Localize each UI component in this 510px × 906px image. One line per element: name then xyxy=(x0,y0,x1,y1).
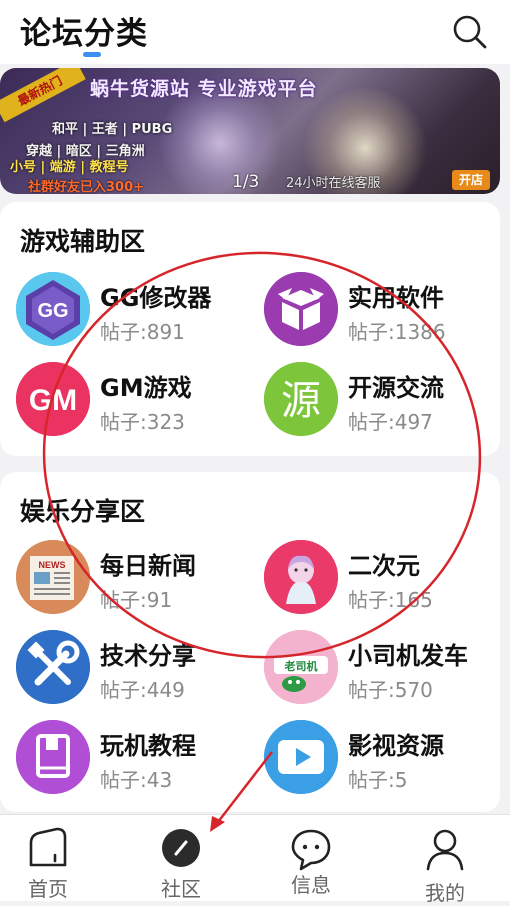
banner-online-text: 24小时在线客服 xyxy=(286,176,381,191)
home-icon xyxy=(29,827,67,867)
play-icon xyxy=(264,720,338,794)
category-name: 二次元 xyxy=(348,552,420,580)
page-title: 论坛分类 xyxy=(20,16,148,52)
driver-icon-text: 老司机 xyxy=(284,659,318,673)
category-video-resources[interactable]: 影视资源 帖子:5 xyxy=(264,720,504,800)
category-name: GG修改器 xyxy=(100,284,212,312)
category-name: 技术分享 xyxy=(100,642,196,670)
category-gm-games[interactable]: GM GM游戏 帖子:323 xyxy=(16,362,256,442)
book-icon xyxy=(16,720,90,794)
anime-icon xyxy=(264,540,338,614)
post-count: 帖子:323 xyxy=(100,410,185,434)
category-little-driver[interactable]: 老司机 小司机发车 帖子:570 xyxy=(264,630,504,710)
category-open-source[interactable]: 源 开源交流 帖子:497 xyxy=(264,362,504,442)
box-icon xyxy=(264,272,338,346)
post-count: 帖子:1386 xyxy=(348,320,446,344)
newspaper-icon: NEWS xyxy=(16,540,90,614)
section-title: 娱乐分享区 xyxy=(20,497,146,526)
banner-line-1: 和平 | 王者 | PUBG xyxy=(52,122,173,137)
tab-label: 社区 xyxy=(161,877,201,901)
gm-icon: GM xyxy=(16,362,90,436)
title-underline xyxy=(83,52,101,57)
section-game-assist: 游戏辅助区 GG GG修改器 帖子:891 实用软件 帖子:1386 GM GM… xyxy=(0,202,500,456)
profile-icon xyxy=(426,829,464,871)
category-tech-share[interactable]: 技术分享 帖子:449 xyxy=(16,630,256,710)
post-count: 帖子:891 xyxy=(100,320,185,344)
post-count: 帖子:43 xyxy=(100,768,173,792)
promo-banner[interactable]: 最新热门 蜗牛货源站 专业游戏平台 和平 | 王者 | PUBG 穿越 | 暗区… xyxy=(0,68,500,194)
category-anime[interactable]: 二次元 帖子:165 xyxy=(264,540,504,620)
section-entertainment: 娱乐分享区 NEWS 每日新闻 帖子:91 二次元 帖子:165 技术分享 帖子… xyxy=(0,472,500,812)
header: 论坛分类 xyxy=(0,0,510,64)
driver-icon: 老司机 xyxy=(264,630,338,704)
tools-icon xyxy=(16,630,90,704)
post-count: 帖子:5 xyxy=(348,768,408,792)
category-name: 影视资源 xyxy=(348,732,444,760)
post-count: 帖子:165 xyxy=(348,588,433,612)
post-count: 帖子:449 xyxy=(100,678,185,702)
banner-line-3: 小号 | 端游 | 教程号 xyxy=(10,160,129,175)
tab-messages[interactable]: 信息 xyxy=(266,815,356,901)
category-name: GM游戏 xyxy=(100,374,192,402)
source-icon-text: 源 xyxy=(281,378,321,424)
banner-ribbon: 最新热门 xyxy=(0,68,86,123)
banner-badge: 开店 xyxy=(452,170,490,190)
message-icon xyxy=(291,829,331,871)
category-name: 开源交流 xyxy=(348,374,444,402)
svg-text:GG: GG xyxy=(37,300,68,322)
post-count: 帖子:91 xyxy=(100,588,173,612)
category-name: 实用软件 xyxy=(348,284,444,312)
tab-profile[interactable]: 我的 xyxy=(400,815,490,905)
banner-bottom-text: 社群好友已入300+ xyxy=(28,180,145,194)
newspaper-icon-text: NEWS xyxy=(39,560,66,570)
tab-label: 我的 xyxy=(425,881,465,905)
category-gg-modifier[interactable]: GG GG修改器 帖子:891 xyxy=(16,272,256,352)
post-count: 帖子:497 xyxy=(348,410,433,434)
category-utility-software[interactable]: 实用软件 帖子:1386 xyxy=(264,272,504,352)
section-title: 游戏辅助区 xyxy=(20,227,146,256)
community-icon xyxy=(162,829,200,867)
source-icon: 源 xyxy=(264,362,338,436)
search-icon xyxy=(453,15,487,49)
tab-community[interactable]: 社区 xyxy=(136,815,226,901)
category-name: 小司机发车 xyxy=(348,642,468,670)
tab-label: 首页 xyxy=(28,877,68,901)
category-phone-tutorial[interactable]: 玩机教程 帖子:43 xyxy=(16,720,256,800)
gg-modifier-icon: GG xyxy=(16,272,90,346)
banner-headline: 蜗牛货源站 专业游戏平台 xyxy=(90,78,318,100)
post-count: 帖子:570 xyxy=(348,678,433,702)
banner-page-counter: 1/3 xyxy=(232,172,260,192)
tab-label: 信息 xyxy=(291,873,331,897)
category-name: 玩机教程 xyxy=(100,732,196,760)
category-name: 每日新闻 xyxy=(100,552,196,580)
gm-icon-text: GM xyxy=(29,384,77,417)
category-daily-news[interactable]: NEWS 每日新闻 帖子:91 xyxy=(16,540,256,620)
tab-home[interactable]: 首页 xyxy=(3,815,93,901)
search-button[interactable] xyxy=(450,12,490,52)
bottom-tab-bar: 首页 社区 信息 我的 xyxy=(0,814,510,905)
